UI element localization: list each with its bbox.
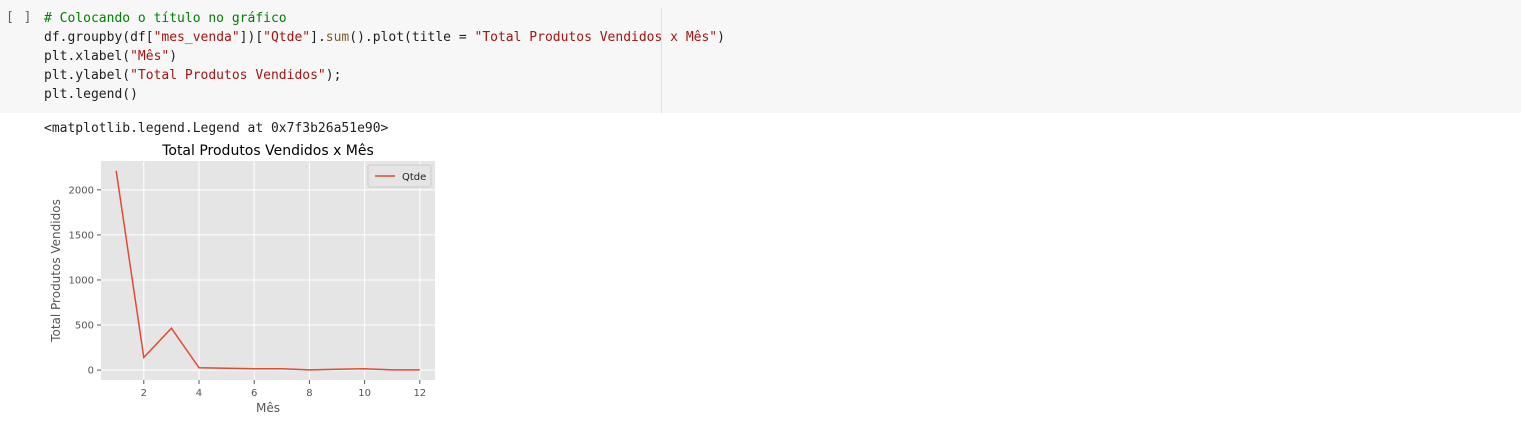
code-token: plt.xlabel( xyxy=(44,49,131,64)
x-tick-label: 10 xyxy=(358,388,371,399)
code-token: ]. xyxy=(310,30,326,45)
y-tick-label: 0 xyxy=(88,366,94,377)
code-line: # Colocando o título no gráfico xyxy=(44,9,725,28)
code-token: sum xyxy=(325,30,350,45)
chart-title: Total Produtos Vendidos x Mês xyxy=(161,143,374,159)
y-tick-label: 1500 xyxy=(69,230,94,241)
x-tick-label: 4 xyxy=(196,388,202,399)
code-token: plt.legend() xyxy=(44,87,138,102)
code-token: df.groupby(df[ xyxy=(44,30,154,45)
code-token: "Total Produtos Vendidos" xyxy=(130,68,326,83)
code-line: plt.xlabel("Mês") xyxy=(44,47,725,66)
y-tick-label: 1000 xyxy=(69,275,94,286)
code-token: "Qtde" xyxy=(263,30,311,45)
x-tick-label: 12 xyxy=(413,388,426,399)
code-line: df.groupby(df["mes_venda"])["Qtde"].sum(… xyxy=(44,28,725,47)
code-token: plt.ylabel( xyxy=(44,68,131,83)
code-token: "mes_venda" xyxy=(153,30,240,45)
code-token: "Total Produtos Vendidos x Mês" xyxy=(474,30,718,45)
chart-svg: 2 4 6 8 10 12 0 500 1000 1500 2000 Total Produtos V… xyxy=(49,143,435,415)
output-text: <matplotlib.legend.Legend at 0x7f3b26a51… xyxy=(44,121,389,136)
x-tick-label: 8 xyxy=(306,388,312,399)
x-tick-label: 2 xyxy=(141,388,147,399)
run-cell-button[interactable]: [ ] xyxy=(6,10,32,25)
code-token: "Mês" xyxy=(130,49,170,64)
y-tick-label: 500 xyxy=(75,321,94,332)
y-axis-label: Total Produtos Vendidos xyxy=(49,199,63,343)
x-tick-label: 6 xyxy=(251,388,257,399)
cell-divider xyxy=(661,8,662,113)
code-line: plt.ylabel("Total Produtos Vendidos"); xyxy=(44,66,725,85)
y-tick-label: 2000 xyxy=(69,185,94,196)
code-token: # Colocando o título no gráfico xyxy=(44,11,287,26)
legend-label: Qtde xyxy=(402,172,426,183)
code-line: plt.legend() xyxy=(44,85,725,104)
code-token: ) xyxy=(717,30,725,45)
x-axis-label: Mês xyxy=(256,401,280,415)
line-chart: 2 4 6 8 10 12 0 500 1000 1500 2000 Total Produtos V… xyxy=(40,140,450,420)
code-token: ) xyxy=(169,49,178,64)
code-token: ])[ xyxy=(239,30,264,45)
code-editor[interactable]: # Colocando o título no gráfico df.groupb… xyxy=(44,9,725,104)
code-token: ); xyxy=(325,68,342,83)
code-token: ().plot(title = xyxy=(349,30,475,45)
code-cell[interactable]: [ ] # Colocando o título no gráfico df.gr… xyxy=(0,0,1521,113)
plot-area xyxy=(101,161,435,380)
